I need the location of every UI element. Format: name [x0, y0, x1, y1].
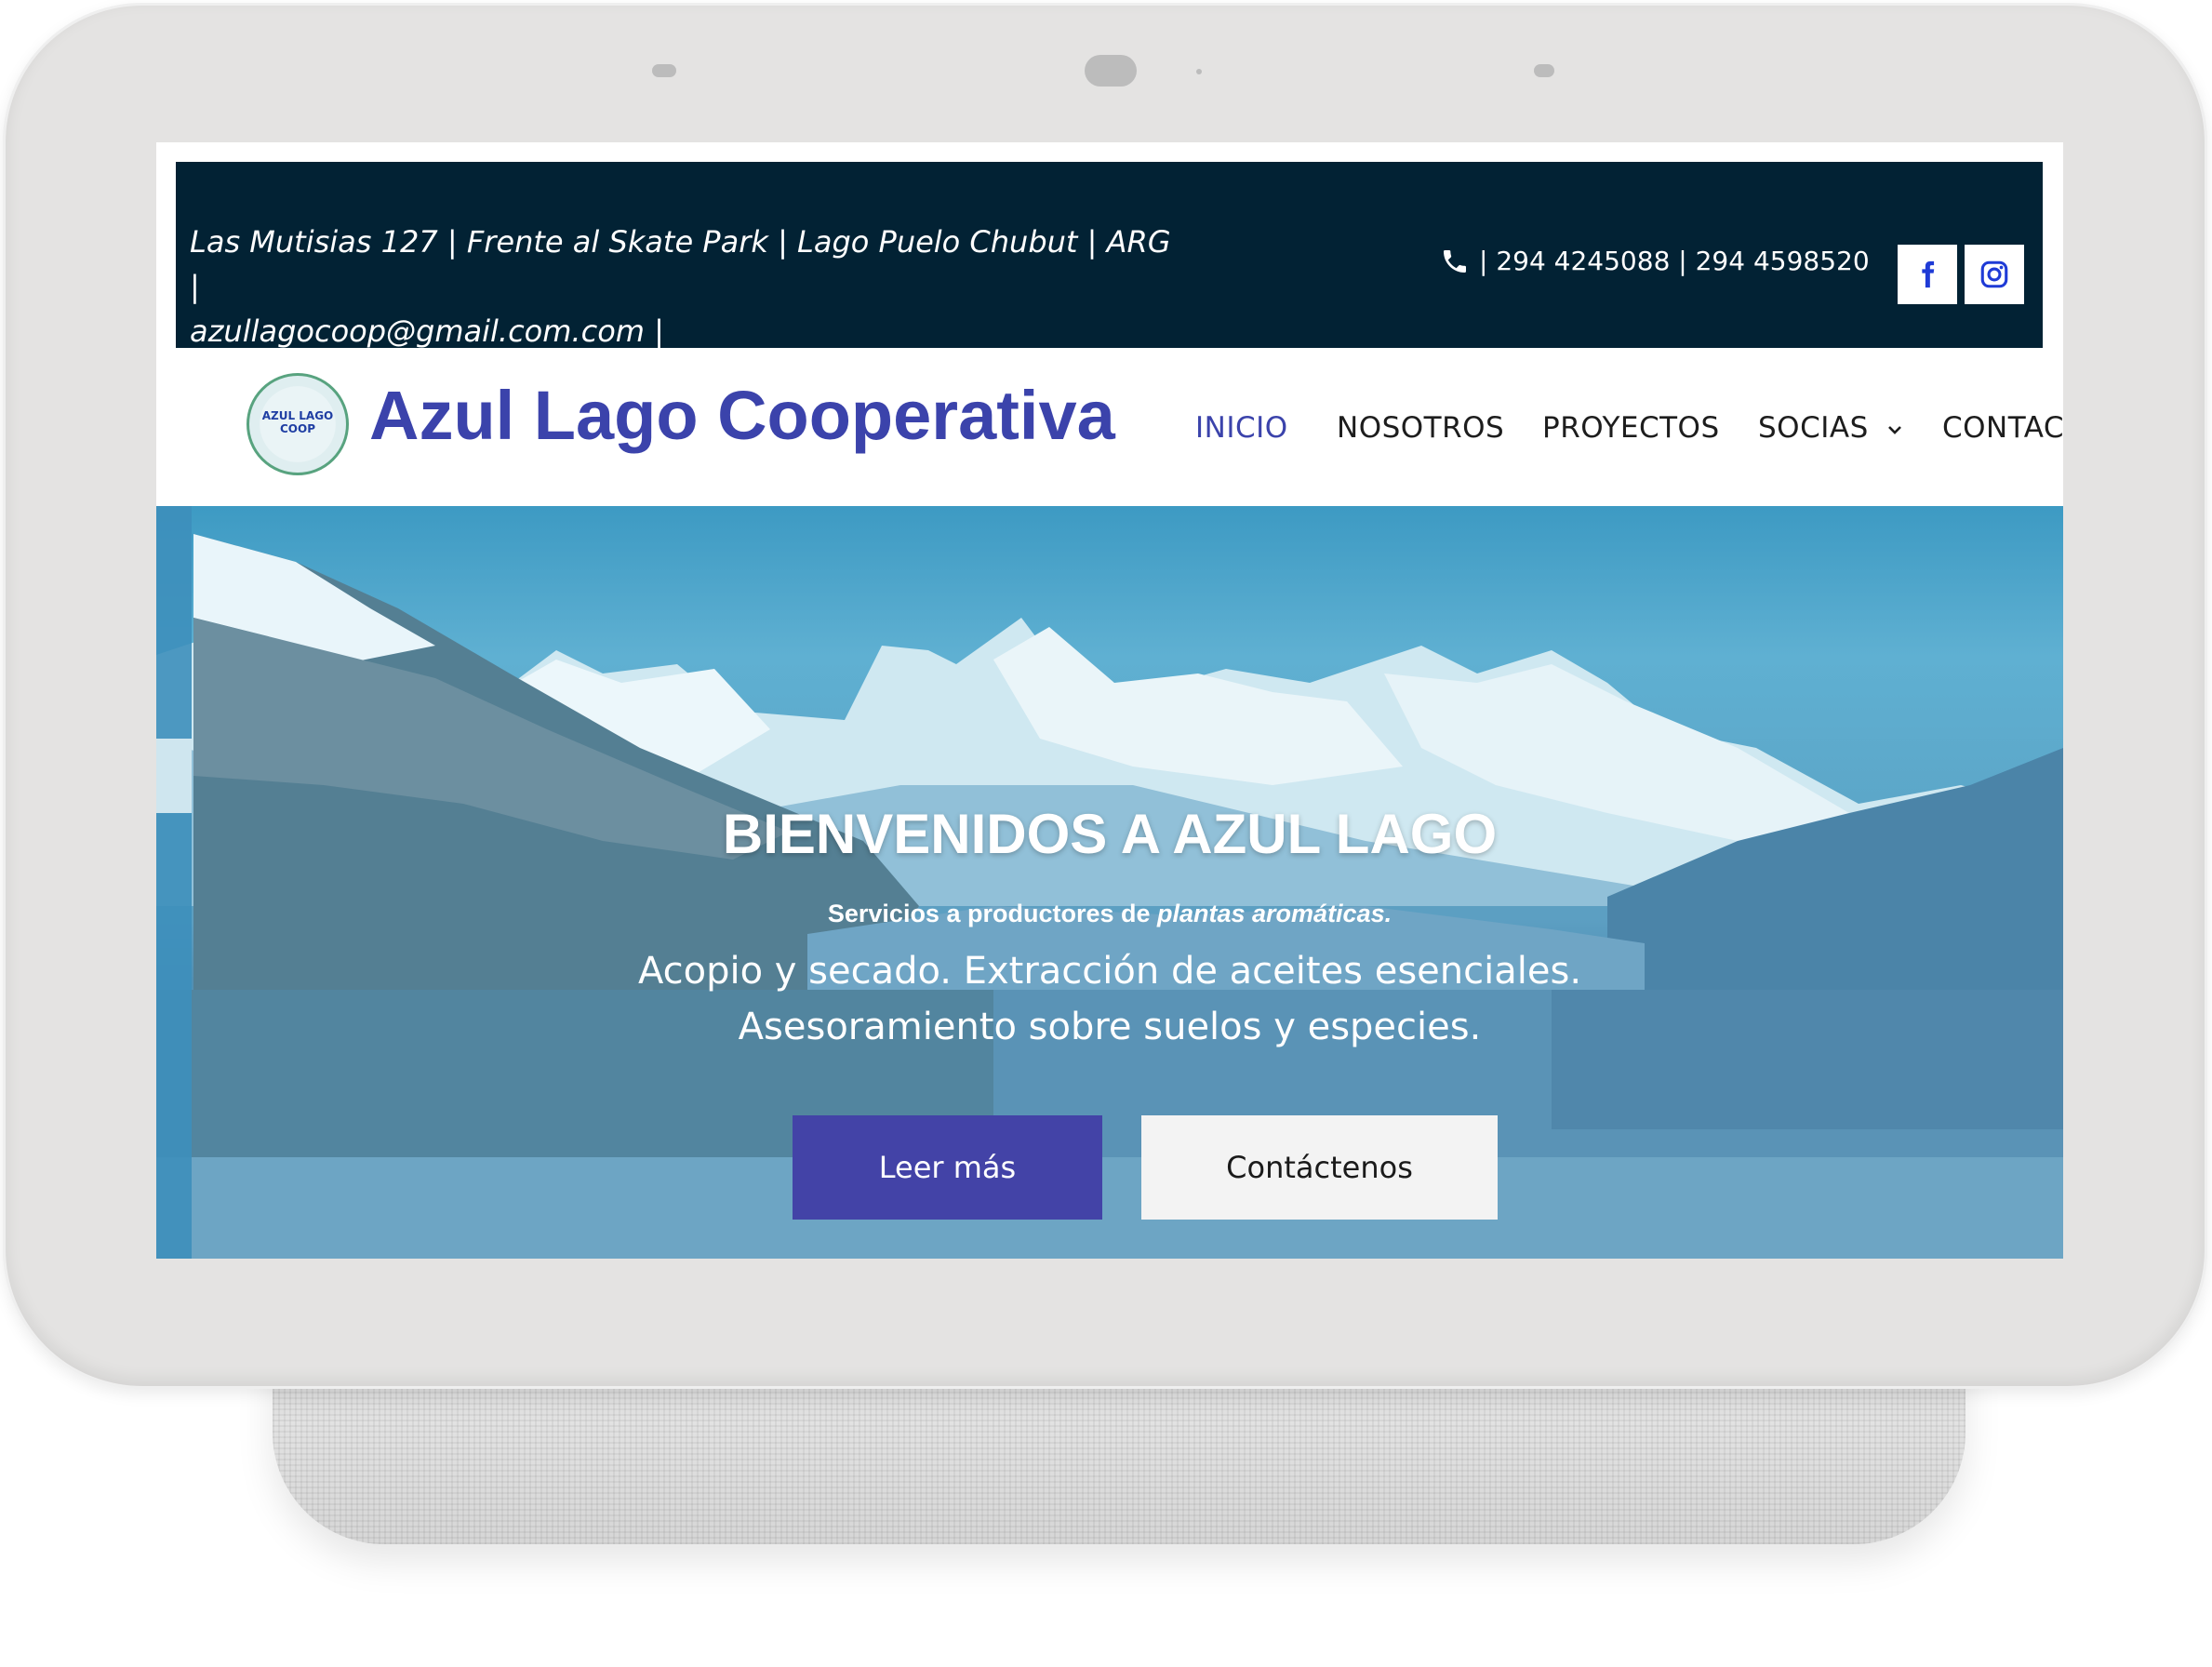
hero-description: Acopio y secado. Extracción de aceites e…	[637, 950, 1582, 1048]
facebook-icon	[1922, 260, 1935, 288]
hero-subtitle: Servicios a productores de plantas aromá…	[156, 900, 2063, 928]
nav-item-inicio[interactable]: INICIO	[1195, 411, 1288, 445]
device-sensor-right	[1534, 64, 1554, 77]
nav-item-socias[interactable]: SOCIAS	[1758, 411, 1902, 445]
device-frame: Las Mutisias 127 | Frente al Skate Park …	[3, 3, 2207, 1389]
address-block: Las Mutisias 127 | Frente al Skate Park …	[190, 220, 1176, 353]
nav-item-proyectos[interactable]: PROYECTOS	[1542, 411, 1720, 445]
nav-item-socias-label: SOCIAS	[1758, 411, 1869, 445]
hero-section: BIENVENIDOS A AZUL LAGO Servicios a prod…	[156, 506, 2063, 1259]
email-line[interactable]: azullagocoop@gmail.com.com |	[190, 309, 1176, 353]
address-line: Las Mutisias 127 | Frente al Skate Park …	[190, 224, 1171, 304]
device-screen: Las Mutisias 127 | Frente al Skate Park …	[156, 142, 2063, 1259]
device-dot	[1196, 69, 1202, 74]
phone-block[interactable]: | 294 4245088 | 294 4598520	[1440, 246, 1870, 276]
nav-item-nosotros[interactable]: NOSOTROS	[1337, 411, 1504, 445]
read-more-button[interactable]: Leer más	[793, 1115, 1102, 1220]
hero-subtitle-prefix: Servicios a productores de	[827, 900, 1157, 927]
device-sensor-left	[652, 64, 676, 77]
facebook-link[interactable]	[1898, 245, 1957, 304]
instagram-icon	[1980, 260, 2008, 288]
hero-background-image	[156, 506, 2063, 1259]
nav-item-contacto[interactable]: CONTACT	[1942, 411, 2063, 445]
site-title[interactable]: Azul Lago Cooperativa	[369, 376, 1115, 455]
top-info-bar: Las Mutisias 127 | Frente al Skate Park …	[176, 162, 2043, 349]
hero-title: BIENVENIDOS A AZUL LAGO	[722, 803, 1498, 865]
contact-button[interactable]: Contáctenos	[1141, 1115, 1498, 1220]
logo-image[interactable]: AZUL LAGO COOP	[247, 373, 349, 475]
logo-text: AZUL LAGO COOP	[261, 409, 334, 435]
instagram-link[interactable]	[1965, 245, 2024, 304]
main-navigation: AZUL LAGO COOP Azul Lago Cooperativa INI…	[156, 348, 2063, 506]
device-camera	[1085, 55, 1137, 87]
phone-numbers: | 294 4245088 | 294 4598520	[1479, 246, 1870, 276]
chevron-down-icon	[1888, 425, 1902, 434]
phone-icon	[1440, 247, 1470, 276]
hero-subtitle-emphasis: plantas aromáticas.	[1157, 900, 1392, 927]
